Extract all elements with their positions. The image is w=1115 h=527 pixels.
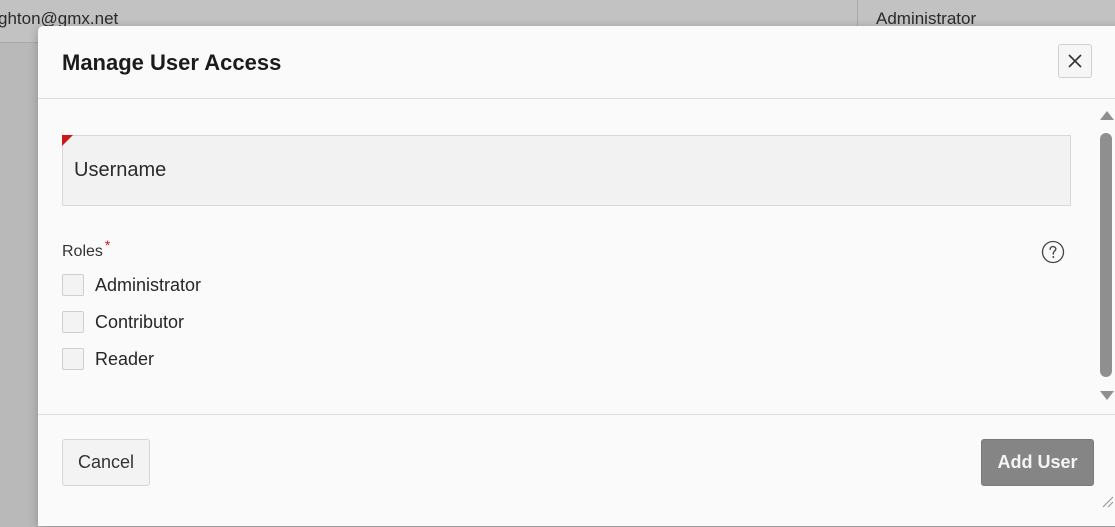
username-field xyxy=(62,135,1071,206)
username-input[interactable] xyxy=(74,136,1054,205)
roles-required-marker: * xyxy=(104,237,111,253)
question-circle-icon[interactable] xyxy=(1041,240,1065,264)
contributor-label: Contributor xyxy=(95,312,185,332)
manage-user-access-dialog: Manage User Access Roles* Administrator … xyxy=(38,26,1115,526)
administrator-label: Administrator xyxy=(95,275,202,295)
roles-label-text: Roles xyxy=(62,243,103,260)
cancel-button[interactable]: Cancel xyxy=(62,439,150,486)
close-button[interactable] xyxy=(1058,44,1092,78)
scroll-down-arrow-icon[interactable] xyxy=(1100,391,1114,400)
reader-label: Reader xyxy=(95,349,155,369)
administrator-checkbox[interactable] xyxy=(62,274,84,296)
required-indicator xyxy=(62,135,73,146)
resize-grip-icon[interactable] xyxy=(1100,494,1114,508)
scroll-thumb[interactable] xyxy=(1100,133,1112,377)
dialog-title: Manage User Access xyxy=(62,50,282,75)
scroll-up-arrow-icon[interactable] xyxy=(1100,111,1114,120)
dialog-header: Manage User Access xyxy=(38,26,1115,99)
close-icon xyxy=(1068,54,1082,68)
add-user-button[interactable]: Add User xyxy=(981,439,1094,486)
roles-label: Roles * xyxy=(62,237,110,261)
contributor-checkbox[interactable] xyxy=(62,311,84,333)
dialog-scrollbar[interactable] xyxy=(1098,111,1114,406)
reader-checkbox[interactable] xyxy=(62,348,84,370)
dialog-body: Roles* Administrator Contributor Reader xyxy=(38,99,1115,414)
dialog-footer: Cancel Add User xyxy=(38,414,1115,527)
